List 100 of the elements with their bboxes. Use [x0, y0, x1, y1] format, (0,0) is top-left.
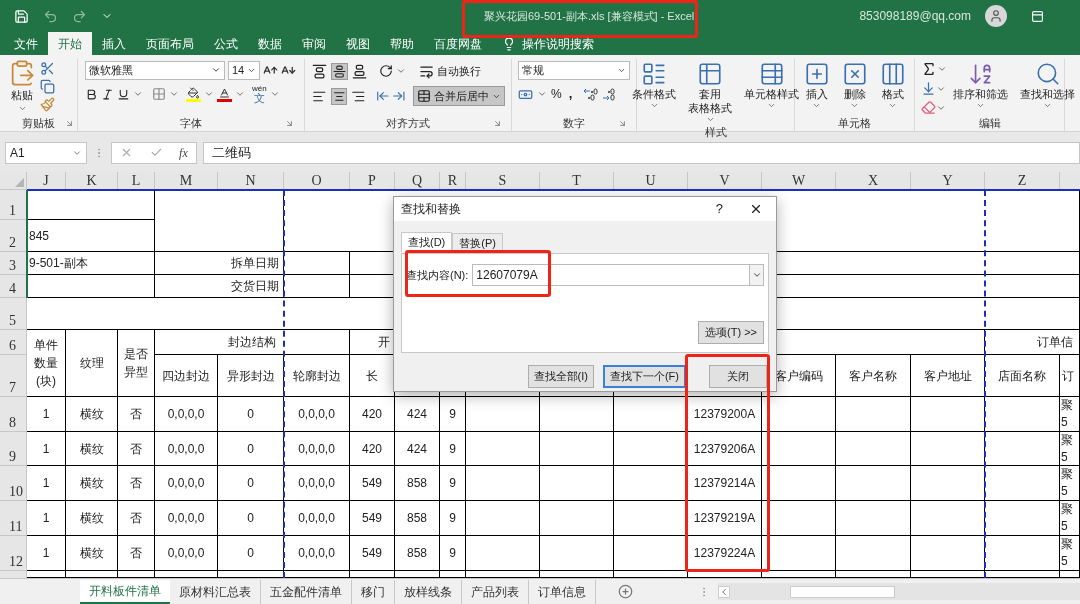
column-header[interactable]: V [688, 172, 762, 190]
ribbon-tab[interactable]: 数据 [248, 32, 292, 55]
sheet-tab[interactable]: 订单信息 [529, 579, 596, 604]
dialog-tab[interactable]: 替换(P) [452, 233, 503, 253]
underline-icon[interactable] [117, 87, 130, 101]
ribbon-tab[interactable]: 文件 [4, 32, 48, 55]
row-header[interactable]: 8 [0, 397, 27, 432]
caret-icon[interactable] [269, 89, 280, 99]
style-icon[interactable] [697, 61, 723, 87]
wrap-text-icon[interactable] [419, 63, 434, 79]
caret-icon[interactable] [396, 66, 406, 76]
caret-icon[interactable] [204, 89, 214, 99]
row-header[interactable]: 5 [0, 298, 27, 330]
horizontal-align-icon[interactable] [330, 87, 348, 105]
orientation-icon[interactable] [379, 64, 393, 78]
ribbon-tab[interactable]: 视图 [336, 32, 380, 55]
caret-icon[interactable] [211, 65, 221, 75]
style-icon[interactable] [758, 61, 785, 87]
decrease-decimal-icon[interactable] [602, 87, 618, 101]
find-select-button[interactable]: 查找和选择 [1014, 59, 1080, 115]
ribbon-tab[interactable]: 审阅 [292, 32, 336, 55]
caret-icon[interactable] [649, 101, 659, 110]
ribbon-tab[interactable]: 开始 [48, 32, 92, 55]
column-header[interactable]: M [155, 172, 218, 190]
tell-me-search[interactable]: 操作说明搜索 [502, 32, 594, 55]
caret-icon[interactable] [937, 64, 947, 74]
vertical-align-icon[interactable] [351, 62, 368, 80]
column-header[interactable]: J [27, 172, 66, 190]
number-format-field[interactable]: 常规 [518, 60, 630, 80]
increase-indent-icon[interactable] [392, 89, 406, 103]
column-header[interactable]: Y [911, 172, 985, 190]
caret-icon[interactable] [812, 101, 821, 110]
formula-field[interactable]: 二维码 [203, 141, 1080, 164]
dialog-tab[interactable]: 查找(D) [401, 232, 453, 252]
caret-icon[interactable] [850, 101, 859, 110]
sheet-tab[interactable]: 放样线条 [395, 579, 462, 604]
column-header[interactable]: Q [395, 172, 440, 190]
row-header[interactable]: 7 [0, 355, 27, 397]
column-header[interactable]: P [350, 172, 395, 190]
sheet-tab[interactable]: 移门 [352, 579, 395, 604]
caret-icon[interactable] [767, 101, 776, 110]
fill-color-icon[interactable] [186, 86, 201, 102]
undo-icon[interactable] [43, 8, 58, 24]
fill-icon[interactable] [921, 81, 936, 96]
font-color-icon[interactable] [217, 86, 232, 102]
caret-icon[interactable] [133, 89, 143, 99]
row-header[interactable]: 11 [0, 501, 27, 536]
increase-decimal-icon[interactable] [583, 87, 599, 101]
ribbon-tab[interactable]: 公式 [204, 32, 248, 55]
dialog-button[interactable]: 关闭 [709, 365, 767, 388]
add-sheet-icon[interactable] [618, 584, 633, 599]
ribbon-tab[interactable]: 插入 [92, 32, 136, 55]
copy-icon[interactable] [40, 79, 55, 94]
enter-icon[interactable] [149, 146, 163, 159]
dialog-launcher-icon[interactable] [618, 118, 627, 128]
options-button[interactable]: 选项(T) >> [698, 321, 764, 344]
vertical-align-icon[interactable] [311, 62, 328, 80]
sheet-tab[interactable]: 原材料汇总表 [170, 579, 261, 604]
column-header[interactable]: W [762, 172, 836, 190]
decrease-indent-icon[interactable] [375, 89, 390, 103]
column-header[interactable]: O [284, 172, 350, 190]
close-icon[interactable] [749, 202, 763, 216]
percent-style-button[interactable]: % [551, 85, 562, 103]
cells-button[interactable]: 删除 [835, 59, 874, 115]
ribbon-tab[interactable]: 百度网盘 [424, 32, 492, 55]
column-header[interactable]: L [118, 172, 155, 190]
sort-filter-button[interactable]: 排序和筛选 [947, 59, 1014, 115]
row-header[interactable]: 4 [0, 275, 27, 298]
merge-cells-icon[interactable] [417, 89, 431, 103]
font-name-field[interactable]: 微软雅黑 [85, 60, 225, 80]
cells-button[interactable]: 格式 [873, 59, 912, 115]
avatar[interactable] [985, 5, 1007, 27]
column-header[interactable]: T [540, 172, 614, 190]
ribbon-tab[interactable]: 帮助 [380, 32, 424, 55]
save-icon[interactable] [14, 8, 29, 24]
cells-icon[interactable] [879, 61, 906, 87]
row-header[interactable]: 10 [0, 466, 27, 501]
sheet-tab[interactable]: 五金配件清单 [261, 579, 352, 604]
column-header[interactable]: S [466, 172, 540, 190]
format-painter-icon[interactable] [40, 97, 55, 112]
row-header[interactable]: 6 [0, 330, 27, 355]
redo-icon[interactable] [72, 8, 87, 24]
ribbon-tab[interactable]: 页面布局 [136, 32, 204, 55]
caret-icon[interactable] [888, 101, 897, 110]
sheet-tab[interactable]: 产品列表 [462, 579, 529, 604]
style-button[interactable]: 单元格样式 [738, 59, 805, 124]
autosum-icon[interactable] [921, 61, 937, 77]
dialog-button[interactable]: 查找下一个(F) [602, 365, 686, 388]
find-field[interactable]: 12607079A [472, 264, 764, 286]
cells-icon[interactable] [803, 61, 830, 87]
column-header[interactable]: K [66, 172, 118, 190]
scroll-left-icon[interactable] [718, 585, 730, 598]
cells-icon[interactable] [841, 61, 868, 87]
caret-icon[interactable] [751, 270, 762, 280]
bold-icon[interactable] [85, 87, 98, 101]
row-header[interactable]: 1 [0, 190, 27, 220]
row-header[interactable]: 12 [0, 536, 27, 571]
sheet-tab[interactable]: 开料板件清单 [80, 579, 170, 604]
vertical-align-icon[interactable] [331, 62, 348, 80]
dialog-launcher-icon[interactable] [493, 118, 502, 128]
